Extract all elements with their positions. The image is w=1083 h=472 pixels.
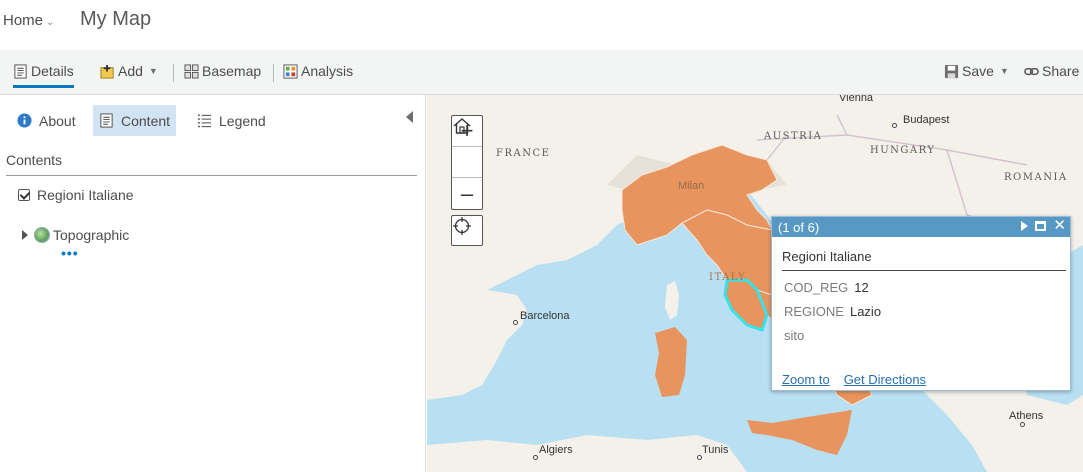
chevron-down-icon: ⌄ xyxy=(46,17,55,28)
tab-about[interactable]: About xyxy=(11,105,82,136)
popup-header: (1 of 6) ✕ xyxy=(772,217,1070,237)
sicily xyxy=(747,410,852,455)
zoom-controls: + – xyxy=(451,115,483,210)
map-label-vienna: Vienna xyxy=(839,95,874,104)
popup-attribute-row: sito xyxy=(784,328,810,343)
city-dot xyxy=(1020,422,1025,427)
feature-popup: (1 of 6) ✕ Regioni Italiane COD_REG 12 RE… xyxy=(771,216,1071,391)
popup-counter: (1 of 6) xyxy=(778,219,820,235)
next-feature-icon[interactable] xyxy=(1021,221,1029,231)
basemap-layer-item: Topographic xyxy=(22,227,129,243)
home-extent-button[interactable] xyxy=(452,118,482,178)
details-button[interactable]: Details xyxy=(13,63,74,88)
share-label: Share xyxy=(1042,63,1080,79)
more-options-icon[interactable]: ••• xyxy=(61,245,79,261)
map-label-france: FRANCE xyxy=(496,148,551,159)
caret-down-icon: ▼ xyxy=(148,66,158,76)
expand-arrow-icon[interactable] xyxy=(22,230,28,240)
map-label-romania: ROMANIA xyxy=(1004,172,1068,183)
get-directions-link[interactable]: Get Directions xyxy=(844,372,926,387)
tab-content-label: Content xyxy=(121,112,171,129)
tab-legend[interactable]: Legend xyxy=(191,105,272,136)
map-label-italy: ITALY xyxy=(709,272,747,283)
maximize-icon[interactable] xyxy=(1035,221,1047,231)
globe-icon xyxy=(34,227,50,243)
content-panel: About Content Legend Contents Regioni It… xyxy=(0,95,426,472)
sardinia xyxy=(655,327,687,397)
basemap-label: Basemap xyxy=(202,63,262,79)
caret-down-icon: ▼ xyxy=(999,66,1009,76)
attr-value: Lazio xyxy=(849,304,882,319)
content-icon xyxy=(100,113,113,128)
city-dot xyxy=(892,123,897,128)
share-button[interactable]: Share xyxy=(1024,63,1079,79)
popup-attribute-row: REGIONE Lazio xyxy=(784,304,881,319)
tab-legend-label: Legend xyxy=(219,112,266,129)
locate-button[interactable] xyxy=(451,215,483,246)
save-button[interactable]: Save ▼ xyxy=(944,63,1009,79)
corsica xyxy=(665,281,679,320)
share-link-icon xyxy=(1024,67,1039,75)
tab-about-label: About xyxy=(39,112,76,129)
map-label-athens: Athens xyxy=(1009,410,1044,422)
basemap-icon xyxy=(184,63,199,79)
details-label: Details xyxy=(31,63,74,79)
popup-title: Regioni Italiane xyxy=(782,249,872,264)
toolbar-divider xyxy=(173,64,174,82)
locate-icon xyxy=(453,217,471,235)
contents-divider xyxy=(6,175,417,176)
save-icon xyxy=(944,64,959,78)
layer-visibility-checkbox[interactable] xyxy=(18,189,30,201)
minus-icon: – xyxy=(460,180,474,206)
details-icon xyxy=(14,63,27,79)
add-label: Add xyxy=(118,63,143,79)
land-spain xyxy=(427,290,527,400)
collapse-panel-icon[interactable] xyxy=(406,111,413,123)
basemap-button[interactable]: Basemap xyxy=(184,63,261,79)
analysis-icon xyxy=(283,63,298,79)
analysis-button[interactable]: Analysis xyxy=(283,63,353,79)
map-label-milan: Milan xyxy=(678,180,705,192)
popup-attribute-row: COD_REG 12 xyxy=(784,280,869,295)
attr-key: COD_REG xyxy=(784,280,849,295)
popup-divider xyxy=(782,270,1066,271)
toolbar-divider xyxy=(273,64,274,82)
land-africa xyxy=(427,435,747,472)
map-label-algiers: Algiers xyxy=(539,444,573,456)
popup-actions: Zoom to Get Directions xyxy=(782,372,926,387)
tab-content[interactable]: Content xyxy=(93,105,177,136)
city-dot xyxy=(513,320,518,325)
map-label-budapest: Budapest xyxy=(903,114,950,126)
map-label-austria: AUSTRIA xyxy=(764,131,823,142)
toolbar: Details Add ▼ Basemap Analysis Save ▼ Shar… xyxy=(0,50,1083,95)
zoom-to-link[interactable]: Zoom to xyxy=(782,372,830,387)
layer-item: Regioni Italiane xyxy=(18,187,134,203)
attr-key: sito xyxy=(784,328,805,343)
layer-label[interactable]: Regioni Italiane xyxy=(37,187,134,203)
legend-icon xyxy=(197,114,212,128)
city-dot xyxy=(533,455,538,460)
top-bar: Home ⌄ My Map xyxy=(0,0,1083,50)
home-menu[interactable]: Home ⌄ xyxy=(3,12,54,29)
attr-key: REGIONE xyxy=(784,304,844,319)
add-icon xyxy=(100,64,114,79)
attr-value: 12 xyxy=(854,280,869,295)
add-button[interactable]: Add ▼ xyxy=(100,63,158,79)
basemap-layer-label[interactable]: Topographic xyxy=(53,227,129,243)
home-icon xyxy=(453,118,471,134)
info-icon xyxy=(17,113,32,128)
contents-heading: Contents xyxy=(6,152,63,168)
zoom-out-button[interactable]: – xyxy=(452,178,482,209)
home-label: Home xyxy=(3,12,44,29)
close-icon[interactable]: ✕ xyxy=(1053,218,1066,233)
analysis-label: Analysis xyxy=(301,63,354,79)
map-title[interactable]: My Map xyxy=(80,8,151,31)
save-label: Save xyxy=(962,63,994,79)
map-label-tunis: Tunis xyxy=(702,444,729,456)
map-label-hungary: HUNGARY xyxy=(870,145,936,156)
map-label-barcelona: Barcelona xyxy=(520,310,570,322)
